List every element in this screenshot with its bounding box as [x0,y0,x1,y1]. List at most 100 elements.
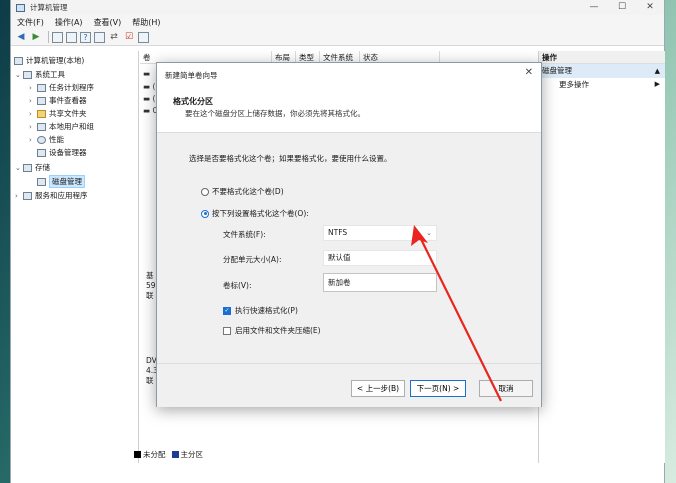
navigation-tree: 计算机管理(本地) ⌄ 系统工具 › 任务计划程序 › 事件查看器 › 共享文件… [11,51,139,463]
clock-icon [37,83,46,92]
radio-label: 按下列设置格式化这个卷(O): [212,209,309,218]
volume-row[interactable]: ▬ ( [143,94,155,103]
back-button[interactable]: < 上一步(B) [351,380,405,397]
chevron-right-icon[interactable]: › [29,110,37,118]
cancel-button[interactable]: 取消 [479,380,533,397]
volume-label-input[interactable]: 新加卷 [323,273,437,292]
dialog-body: 选择是否要格式化这个卷；如果要格式化，要使用什么设置。 不要格式化这个卷(D) … [157,133,541,363]
menu-bar: 文件(F) 操作(A) 查看(V) 帮助(H) [11,15,664,29]
show-hide-tree-icon[interactable] [52,31,63,43]
volume-label-label: 卷标(V): [223,281,252,290]
allocation-unit-value: 默认值 [328,253,351,262]
back-arrow-icon[interactable]: ◀ [15,31,27,43]
tree-item-label: 性能 [49,135,64,144]
check-icon[interactable]: ☑ [123,31,135,43]
tree-item-label: 计算机管理(本地) [26,56,85,65]
radio-button-selected[interactable] [201,209,209,218]
volume-row[interactable]: ▬ ( [143,82,155,91]
legend-unallocated: 未分配 [134,449,166,460]
services-icon [23,191,32,200]
tree-item-performance[interactable]: › 性能 [29,133,64,146]
list-icon[interactable] [138,31,149,43]
tree-item-label: 存储 [35,163,50,172]
tree-item-root[interactable]: 计算机管理(本地) [14,54,84,67]
disk-0-status: 联 [146,291,154,300]
dialog-heading: 格式化分区 [173,97,213,106]
tree-item-label: 设备管理器 [49,148,87,157]
performance-icon [37,135,46,144]
collapse-triangle-icon[interactable]: ▲ [655,64,660,78]
storage-icon [23,163,32,172]
chevron-down-icon[interactable]: ⌄ [15,71,23,79]
dialog-header: 格式化分区 要在这个磁盘分区上储存数据，你必须先将其格式化。 [157,85,541,133]
chevron-right-icon[interactable]: › [29,84,37,92]
menu-help[interactable]: 帮助(H) [132,17,160,28]
tree-item-label: 本地用户和组 [49,122,94,131]
help-icon[interactable]: ? [80,31,91,43]
window-title: 计算机管理 [30,3,68,12]
allocation-unit-select[interactable]: 默认值 [323,250,437,266]
chevron-right-icon[interactable]: › [29,97,37,105]
toolbar: ◀ ▶ ? ⇄ ☑ [11,29,664,46]
legend-label: 未分配 [143,450,166,459]
computer-management-icon [16,3,25,12]
compression-checkbox[interactable]: 启用文件和文件夹压缩(E) [223,325,321,336]
properties-icon[interactable] [66,31,77,43]
window-controls: — ☐ ✕ [580,0,664,13]
volume-label-value: 新加卷 [328,278,351,287]
filesystem-select[interactable]: NTFS ⌄ [323,225,437,241]
chevron-right-icon[interactable]: › [29,123,37,131]
chevron-down-icon[interactable]: ⌄ [426,226,432,240]
more-actions[interactable]: 更多操作 ▶ [539,78,665,91]
primary-swatch [171,451,179,458]
disk-0-label[interactable]: 基 59 联 [146,271,156,301]
close-button[interactable]: ✕ [636,0,664,13]
tree-item-label: 任务计划程序 [49,83,94,92]
actions-disk-management[interactable]: 磁盘管理 ▲ [539,64,665,78]
actions-pane: 操作 磁盘管理 ▲ 更多操作 ▶ [538,51,665,463]
forward-arrow-icon[interactable]: ▶ [30,31,42,43]
tree-item-event-viewer[interactable]: › 事件查看器 [29,94,87,107]
tree-item-task-scheduler[interactable]: › 任务计划程序 [29,81,94,94]
next-button[interactable]: 下一页(N) > [410,380,466,397]
chevron-right-icon[interactable]: › [15,192,23,200]
connect-icon[interactable]: ⇄ [108,31,120,43]
filesystem-value: NTFS [328,228,348,237]
tools-icon [23,70,32,79]
tree-item-label: 系统工具 [35,70,65,79]
close-icon[interactable]: ✕ [525,67,533,78]
tree-item-services-apps[interactable]: › 服务和应用程序 [15,189,88,202]
dialog-description: 要在这个磁盘分区上储存数据，你必须先将其格式化。 [185,109,365,118]
actions-header: 操作 [539,51,665,64]
action-pane-icon[interactable] [94,31,105,43]
checkbox-checked[interactable]: ✓ [223,306,231,315]
disk-legend: 未分配 主分区 [134,449,209,460]
event-viewer-icon [37,96,46,105]
radio-button[interactable] [201,187,209,196]
tree-item-label: 服务和应用程序 [35,191,88,200]
minimize-button[interactable]: — [580,0,608,13]
tree-item-device-manager[interactable]: 设备管理器 [37,146,87,159]
tree-item-shared-folders[interactable]: › 共享文件夹 [29,107,87,120]
chevron-right-icon[interactable]: › [29,136,37,144]
radio-no-format[interactable]: 不要格式化这个卷(D) [201,186,284,197]
format-prompt: 选择是否要格式化这个卷；如果要格式化，要使用什么设置。 [189,154,392,163]
dialog-title: 新建简单卷向导 [165,71,218,80]
maximize-button[interactable]: ☐ [608,0,636,13]
tree-item-system-tools[interactable]: ⌄ 系统工具 [15,68,65,81]
users-icon [37,122,46,131]
tree-item-label: 磁盘管理 [49,175,85,188]
checkbox-unchecked[interactable] [223,326,231,335]
tree-item-storage[interactable]: ⌄ 存储 [15,161,50,174]
quick-format-checkbox[interactable]: ✓ 执行快速格式化(P) [223,305,298,316]
volume-row[interactable]: ▬ [143,69,150,78]
disk-icon [37,177,46,186]
tree-item-disk-management[interactable]: 磁盘管理 [37,175,85,188]
menu-file[interactable]: 文件(F) [17,17,44,28]
radio-format[interactable]: 按下列设置格式化这个卷(O): [201,208,309,219]
menu-view[interactable]: 查看(V) [94,17,122,28]
computer-icon [14,56,23,65]
chevron-down-icon[interactable]: ⌄ [15,164,23,172]
menu-action[interactable]: 操作(A) [55,17,83,28]
tree-item-local-users[interactable]: › 本地用户和组 [29,120,94,133]
